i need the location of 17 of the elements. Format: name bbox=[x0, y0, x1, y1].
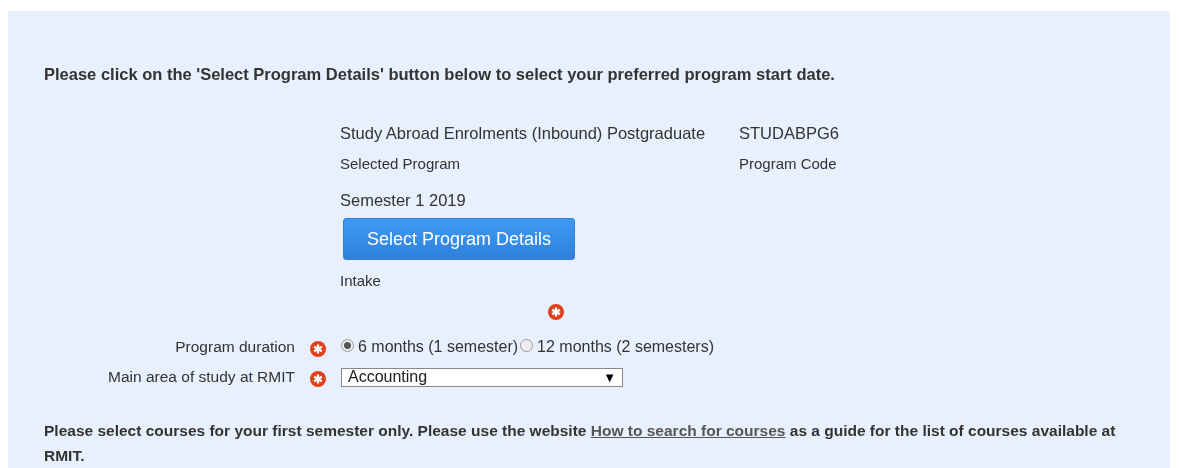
study-area-select[interactable]: Accounting ▼ bbox=[341, 367, 623, 387]
radio-button[interactable] bbox=[520, 338, 534, 352]
intake-label: Intake bbox=[340, 271, 382, 291]
instruction-text: Please click on the 'Select Program Details' button below to select your preferred program start date. bbox=[44, 64, 836, 84]
search-courses-link[interactable]: How to search for courses bbox=[590, 422, 786, 439]
dropdown-arrow-icon: ▼ bbox=[603, 369, 616, 385]
intake-value: Semester 1 2019 bbox=[340, 190, 467, 210]
program-code: STUDABPG6 bbox=[739, 123, 839, 143]
radio-option[interactable]: 12 months (2 semesters) bbox=[520, 338, 714, 356]
field-label: Program duration bbox=[174, 338, 295, 356]
radio-option[interactable]: 6 months (1 semester) bbox=[341, 338, 519, 356]
code-label: Program Code bbox=[739, 154, 837, 174]
radio-button[interactable] bbox=[341, 338, 354, 352]
program-label: Selected Program bbox=[340, 154, 462, 174]
course-note: Please select courses for your first semester only. Please use the website How to search for courses as a guide for the list of courses available at RMIT. bbox=[44, 421, 1117, 466]
program-name: Study Abroad Enrolments (Inbound) Postgraduate bbox=[340, 123, 707, 143]
field-label: Main area of study at RMIT bbox=[107, 368, 295, 386]
